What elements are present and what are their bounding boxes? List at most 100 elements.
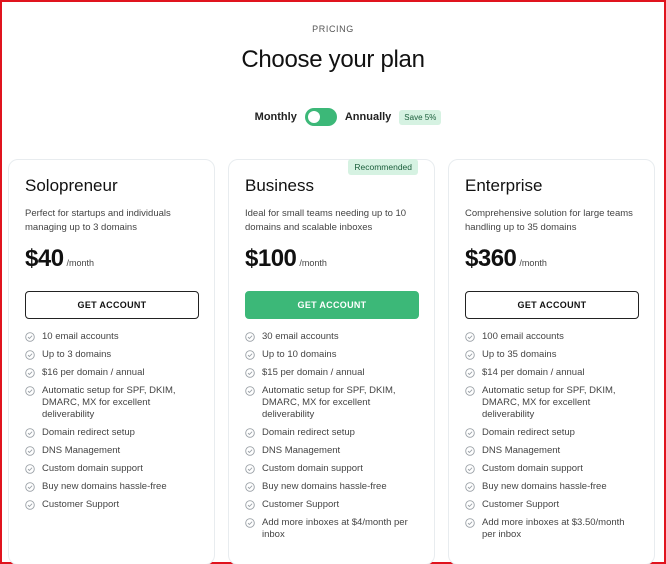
feature-text: $16 per domain / annual: [42, 367, 145, 378]
feature-text: Domain redirect setup: [482, 427, 575, 438]
check-circle-icon: [465, 500, 475, 510]
annually-label[interactable]: Annually: [345, 111, 391, 123]
plan-price: $40: [25, 245, 64, 272]
feature-item: $16 per domain / annual: [25, 367, 198, 379]
feature-text: Buy new domains hassle-free: [42, 481, 167, 492]
feature-item: Custom domain support: [245, 463, 418, 475]
check-circle-icon: [465, 350, 475, 360]
plan-name: Solopreneur: [25, 176, 118, 195]
price-row: $40 /month: [25, 245, 198, 275]
feature-item: Domain redirect setup: [245, 427, 418, 439]
feature-item: Up to 10 domains: [245, 349, 418, 361]
get-account-button-enterprise[interactable]: GET ACCOUNT: [465, 291, 639, 319]
feature-item: 10 email accounts: [25, 331, 198, 343]
feature-text: $15 per domain / annual: [262, 367, 365, 378]
save-badge: Save 5%: [399, 109, 442, 125]
check-circle-icon: [245, 332, 255, 342]
plan-description: Comprehensive solution for large teams h…: [465, 208, 633, 233]
check-circle-icon: [465, 464, 475, 474]
check-circle-icon: [25, 482, 35, 492]
feature-item: Customer Support: [25, 499, 198, 511]
billing-period-toggle[interactable]: [304, 108, 337, 126]
feature-item: Buy new domains hassle-free: [245, 481, 418, 493]
plan-description: Perfect for startups and individuals man…: [25, 208, 171, 233]
plan-description: Ideal for small teams needing up to 10 d…: [245, 208, 407, 233]
check-circle-icon: [465, 386, 475, 396]
check-circle-icon: [465, 368, 475, 378]
page-title: Choose your plan: [241, 46, 425, 73]
price-period: /month: [519, 258, 547, 268]
feature-text: Custom domain support: [262, 463, 363, 474]
check-circle-icon: [25, 350, 35, 360]
feature-text: Up to 3 domains: [42, 349, 112, 360]
feature-text: $14 per domain / annual: [482, 367, 585, 378]
check-circle-icon: [245, 386, 255, 396]
feature-text: Customer Support: [42, 499, 120, 510]
feature-text: DNS Management: [482, 445, 561, 456]
plan-name: Enterprise: [465, 176, 543, 195]
feature-item: Add more inboxes at $3.50/month per inbo…: [465, 517, 638, 541]
check-circle-icon: [245, 518, 255, 528]
feature-item: DNS Management: [245, 445, 418, 457]
check-circle-icon: [245, 350, 255, 360]
feature-text: Up to 35 domains: [482, 349, 557, 360]
feature-text: Custom domain support: [42, 463, 143, 474]
get-account-button-business[interactable]: GET ACCOUNT: [245, 291, 419, 319]
feature-text: DNS Management: [42, 445, 121, 456]
recommended-badge: Recommended: [348, 159, 418, 175]
price-period: /month: [66, 258, 95, 268]
feature-list: 10 email accounts Up to 3 domains $16 per …: [25, 331, 198, 511]
feature-text: Custom domain support: [482, 463, 583, 474]
feature-item: Automatic setup for SPF, DKIM, DMARC, MX…: [245, 385, 418, 421]
plan-card-enterprise: Enterprise Comprehensive solution for la…: [448, 159, 655, 564]
feature-list: 100 email accounts Up to 35 domains $14 pe…: [465, 331, 638, 541]
check-circle-icon: [465, 446, 475, 456]
feature-item: Up to 35 domains: [465, 349, 638, 361]
check-circle-icon: [465, 428, 475, 438]
check-circle-icon: [245, 446, 255, 456]
feature-item: DNS Management: [465, 445, 638, 457]
feature-item: Automatic setup for SPF, DKIM, DMARC, MX…: [465, 385, 638, 421]
plan-name: Business: [245, 176, 314, 195]
feature-text: Automatic setup for SPF, DKIM, DMARC, MX…: [262, 385, 396, 420]
feature-text: Buy new domains hassle-free: [262, 481, 387, 492]
feature-text: Automatic setup for SPF, DKIM, DMARC, MX…: [42, 385, 176, 420]
feature-item: Buy new domains hassle-free: [465, 481, 638, 493]
feature-item: Custom domain support: [465, 463, 638, 475]
toggle-knob: [307, 111, 320, 123]
feature-item: DNS Management: [25, 445, 198, 457]
feature-text: 30 email accounts: [262, 331, 339, 342]
feature-text: Customer Support: [482, 499, 560, 510]
monthly-label[interactable]: Monthly: [255, 111, 297, 123]
feature-item: Up to 3 domains: [25, 349, 198, 361]
check-circle-icon: [465, 482, 475, 492]
get-account-button-solopreneur[interactable]: GET ACCOUNT: [25, 291, 199, 319]
feature-item: $14 per domain / annual: [465, 367, 638, 379]
check-circle-icon: [25, 464, 35, 474]
feature-item: Automatic setup for SPF, DKIM, DMARC, MX…: [25, 385, 198, 421]
plan-price: $360: [465, 245, 517, 272]
feature-list: 30 email accounts Up to 10 domains $15 per…: [245, 331, 418, 541]
billing-toggle-group: Monthly Annually Save 5%: [0, 108, 666, 126]
check-circle-icon: [245, 500, 255, 510]
plan-card-business: Recommended Business Ideal for small tea…: [228, 159, 435, 564]
feature-item: Buy new domains hassle-free: [25, 481, 198, 493]
feature-text: Domain redirect setup: [42, 427, 135, 438]
feature-text: Up to 10 domains: [262, 349, 337, 360]
feature-text: Buy new domains hassle-free: [482, 481, 607, 492]
feature-item: Domain redirect setup: [25, 427, 198, 439]
check-circle-icon: [25, 446, 35, 456]
check-circle-icon: [465, 518, 475, 528]
check-circle-icon: [245, 482, 255, 492]
feature-text: Add more inboxes at $4/month per inbox: [262, 517, 408, 540]
feature-item: Customer Support: [465, 499, 638, 511]
check-circle-icon: [25, 386, 35, 396]
feature-text: DNS Management: [262, 445, 341, 456]
price-period: /month: [299, 258, 327, 268]
feature-text: Customer Support: [262, 499, 340, 510]
feature-text: Automatic setup for SPF, DKIM, DMARC, MX…: [482, 385, 616, 420]
plan-price: $100: [245, 245, 297, 272]
feature-text: Domain redirect setup: [262, 427, 355, 438]
feature-item: $15 per domain / annual: [245, 367, 418, 379]
feature-text: 10 email accounts: [42, 331, 119, 342]
